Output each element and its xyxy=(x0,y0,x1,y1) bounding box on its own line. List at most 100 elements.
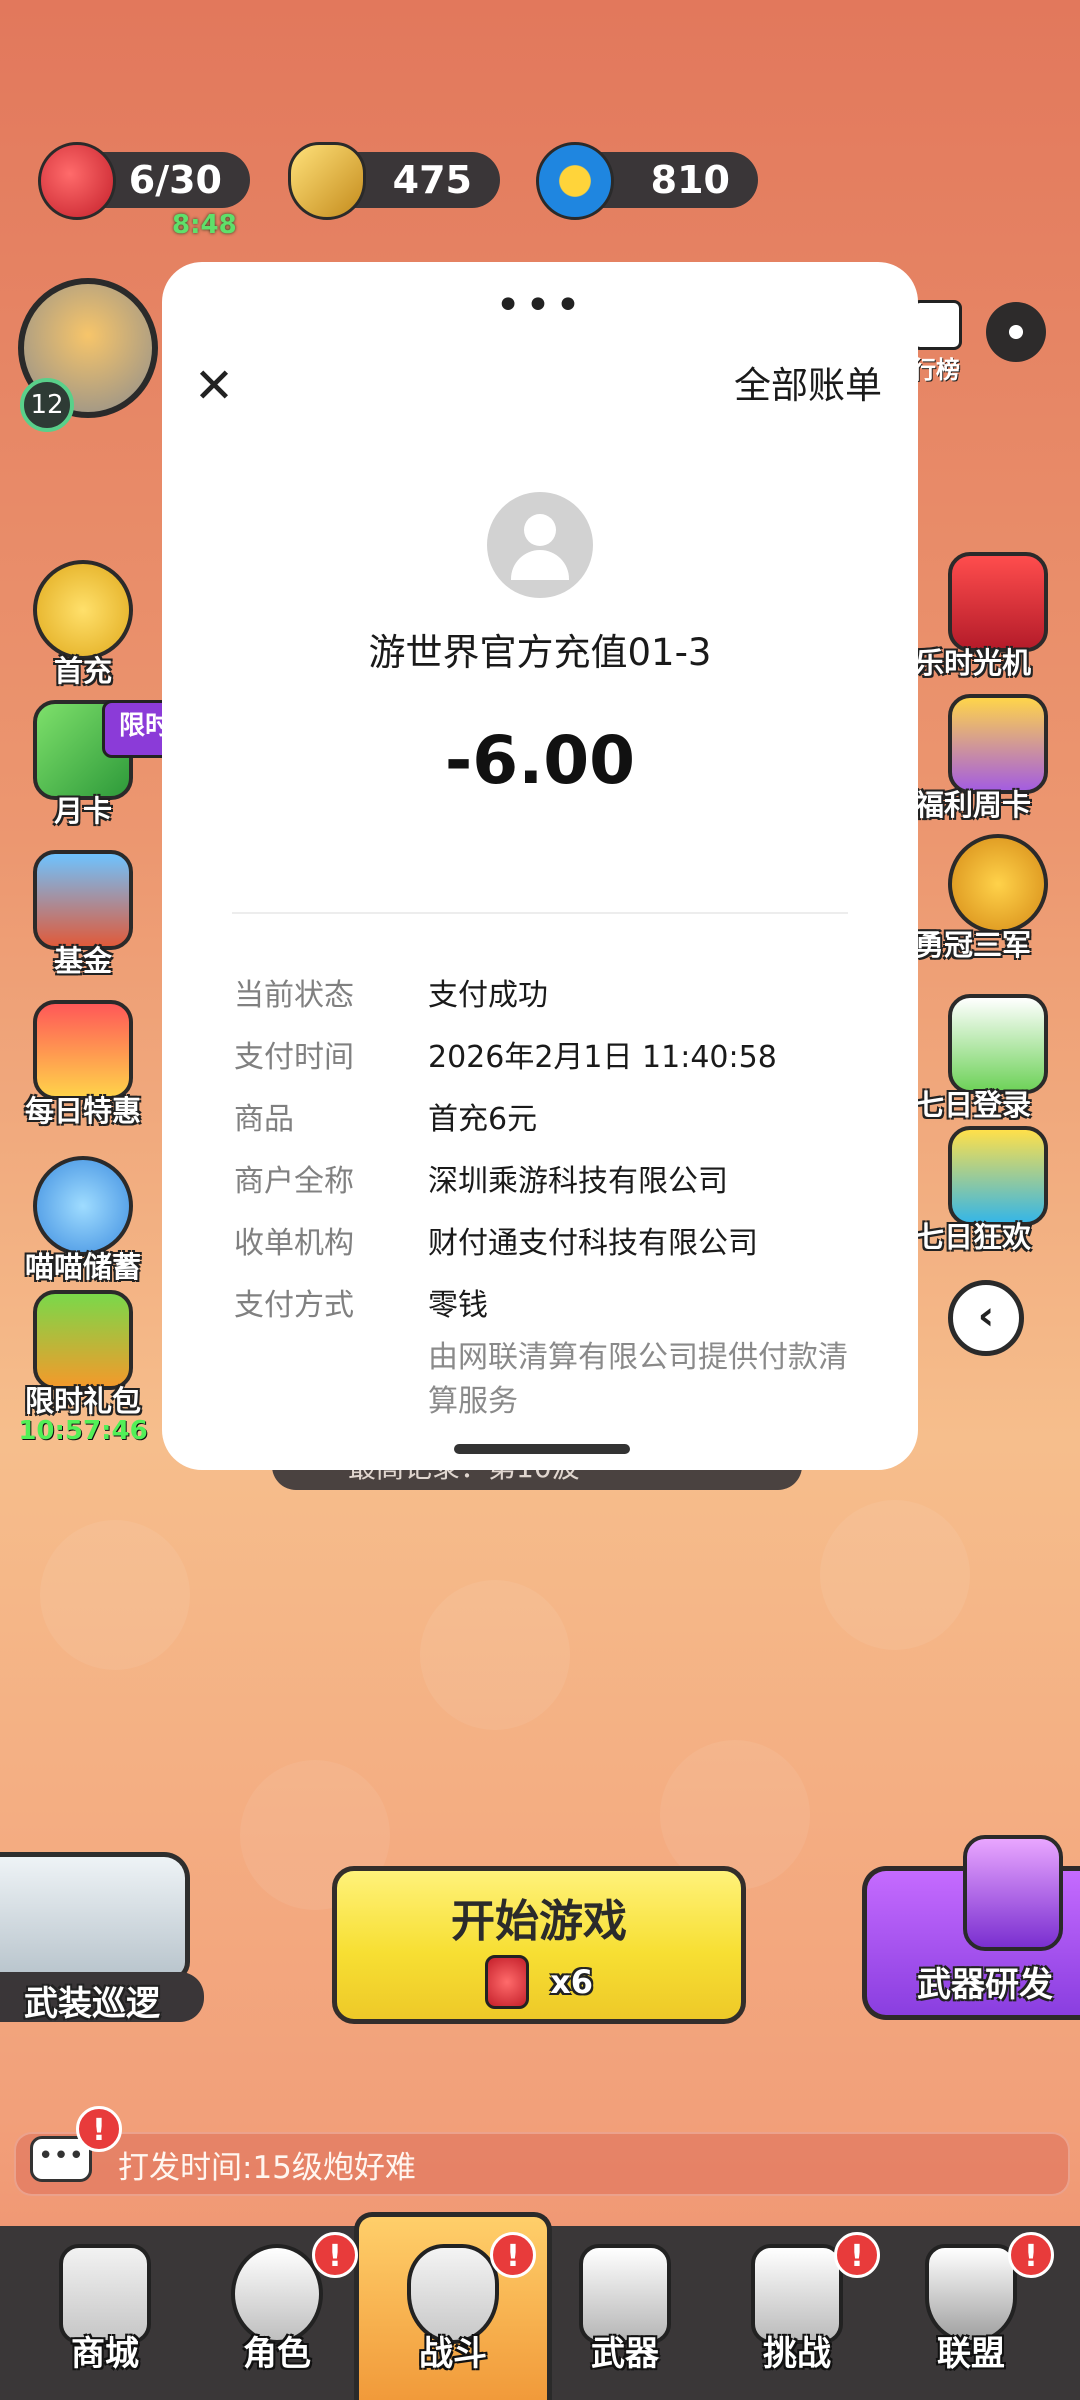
side-item-label: 福利周卡 xyxy=(915,788,1032,822)
gift-box-icon xyxy=(33,1290,133,1390)
all-bills-link[interactable]: 全部账单 xyxy=(734,358,882,414)
slot-machine-icon xyxy=(947,552,1048,652)
nav-label: 挑战 xyxy=(763,2334,831,2374)
background-paw xyxy=(40,1520,190,1670)
cannon-icon xyxy=(963,1835,1063,1951)
trophy-icon xyxy=(912,300,962,350)
armed-patrol-button[interactable]: 武装巡逻 xyxy=(0,1848,204,2024)
divider xyxy=(232,912,848,914)
patrol-label: 武装巡逻 xyxy=(24,1984,160,2024)
side-item-label: 乐时光机 xyxy=(915,646,1032,680)
drag-handle[interactable] xyxy=(454,1444,630,1454)
side-item-label: 七日登录 xyxy=(915,1088,1032,1122)
more-options-icon[interactable]: ••• xyxy=(162,284,918,328)
chat-message: 打发时间:15级炮好难 xyxy=(118,2150,416,2186)
energy-can-icon xyxy=(38,142,116,220)
side-item-monthly-card[interactable]: 月卡 限时 xyxy=(18,700,188,830)
person-icon-body xyxy=(511,550,569,580)
side-item-seven-day-carnival[interactable]: 七日狂欢 xyxy=(915,1126,1080,1256)
side-item-label: 基金 xyxy=(53,944,112,978)
coin-icon xyxy=(33,560,133,660)
nav-badge-challenge: ! xyxy=(834,2232,880,2278)
nav-label: 联盟 xyxy=(937,2334,1005,2374)
start-cost: x6 xyxy=(337,1955,741,2009)
side-item-cat-savings[interactable]: 喵喵储蓄 xyxy=(18,1156,148,1286)
trophy-icon xyxy=(947,834,1048,934)
side-item-champion[interactable]: 勇冠三军 xyxy=(915,834,1080,964)
detail-value: 支付成功 xyxy=(428,978,548,1013)
side-item-weekly-card[interactable]: 福利周卡 xyxy=(915,694,1080,824)
detail-key: 商品 xyxy=(234,1102,294,1137)
detail-key: 收单机构 xyxy=(234,1226,354,1261)
treasure-chest-icon xyxy=(33,850,133,950)
nav-label: 战斗 xyxy=(419,2334,487,2374)
nav-badge-alliance: ! xyxy=(1008,2232,1054,2278)
nav-label: 武器 xyxy=(591,2334,659,2374)
detail-key: 支付时间 xyxy=(234,1040,354,1075)
merchant-name: 游世界官方充值01-3 xyxy=(368,631,712,674)
side-item-daily-deal[interactable]: 每日特惠 xyxy=(18,1000,148,1130)
bullet-icon xyxy=(288,142,366,220)
side-item-time-machine[interactable]: 乐时光机 xyxy=(915,552,1080,682)
detail-key: 支付方式 xyxy=(234,1288,354,1323)
side-item-label: 限时礼包 xyxy=(24,1384,141,1418)
clearing-note: 由网联清算有限公司提供付款清算服务 xyxy=(428,1340,848,1419)
background-paw xyxy=(420,1580,570,1730)
player-level-badge: 12 xyxy=(20,378,74,432)
nav-item-weapon[interactable]: 武器 xyxy=(550,2236,700,2396)
gamepad-button[interactable] xyxy=(986,302,1046,362)
energy-counter[interactable]: 6/30 xyxy=(38,142,250,220)
leaderboard-button[interactable]: 行榜 xyxy=(912,300,968,384)
leaderboard-label: 行榜 xyxy=(912,356,960,384)
start-game-label: 开始游戏 xyxy=(451,1896,627,1947)
star-coin-value: 810 xyxy=(650,158,730,202)
background-paw xyxy=(820,1500,970,1650)
payment-amount: -6.00 xyxy=(444,722,636,799)
bullet-counter[interactable]: 475 xyxy=(288,142,500,220)
energy-timer: 8:48 xyxy=(172,210,237,240)
nav-item-shop[interactable]: 商城 xyxy=(30,2236,180,2396)
detail-value: 零钱 xyxy=(428,1288,488,1323)
star-coin-icon xyxy=(536,142,614,220)
merchant-avatar xyxy=(487,492,593,598)
energy-can-icon xyxy=(484,1955,529,2009)
nav-label: 商城 xyxy=(71,2334,139,2374)
nav-badge-battle: ! xyxy=(490,2232,536,2278)
weapon-research-button[interactable]: 武器研发 xyxy=(862,1835,1080,2020)
bullet-value: 475 xyxy=(392,158,472,202)
nav-label: 角色 xyxy=(243,2334,311,2374)
gift-gold-icon xyxy=(33,1000,133,1100)
player-level: 12 xyxy=(30,390,64,420)
star-coin-counter[interactable]: 810 xyxy=(536,142,758,220)
side-item-label: 勇冠三军 xyxy=(915,928,1032,962)
detail-row-acquirer: 收单机构 财付通支付科技有限公司 xyxy=(234,1218,874,1262)
detail-value: 2026年2月1日 11:40:58 xyxy=(428,1040,777,1075)
detail-row-time: 支付时间 2026年2月1日 11:40:58 xyxy=(234,1032,874,1076)
crown-icon xyxy=(947,694,1048,794)
detail-value: 深圳乘游科技有限公司 xyxy=(428,1164,728,1199)
start-game-button[interactable]: 开始游戏 x6 xyxy=(332,1866,746,2024)
chevron-left-icon: ‹ xyxy=(977,1293,995,1339)
collapse-side-button[interactable]: ‹ xyxy=(948,1280,1024,1356)
chat-alert-badge: ! xyxy=(76,2106,122,2152)
cat-piggybank-icon xyxy=(33,1156,133,1256)
side-item-label: 月卡 xyxy=(53,794,112,828)
side-item-first-recharge[interactable]: 首充 xyxy=(18,560,148,690)
detail-key: 商户全称 xyxy=(234,1164,354,1199)
seven-day-icon xyxy=(947,994,1048,1094)
side-item-limited-gift[interactable]: 限时礼包 10:57:46 xyxy=(18,1290,148,1446)
start-cost-value: x6 xyxy=(550,1963,594,2001)
detail-row-merchant: 商户全称 深圳乘游科技有限公司 xyxy=(234,1156,874,1200)
patrol-box-icon xyxy=(0,1852,190,1982)
detail-row-product: 商品 首充6元 xyxy=(234,1094,874,1138)
research-label: 武器研发 xyxy=(917,1965,1053,2005)
detail-row-method: 支付方式 零钱 xyxy=(234,1280,874,1324)
energy-value: 6/30 xyxy=(128,158,222,202)
side-item-fund[interactable]: 基金 xyxy=(18,850,148,980)
detail-key: 当前状态 xyxy=(234,978,354,1013)
side-item-label: 喵喵储蓄 xyxy=(24,1250,141,1284)
close-icon[interactable]: ✕ xyxy=(186,358,242,414)
seven-carnival-icon xyxy=(947,1126,1048,1226)
side-item-label: 每日特惠 xyxy=(24,1094,141,1128)
side-item-seven-day-login[interactable]: 七日登录 xyxy=(915,994,1080,1124)
